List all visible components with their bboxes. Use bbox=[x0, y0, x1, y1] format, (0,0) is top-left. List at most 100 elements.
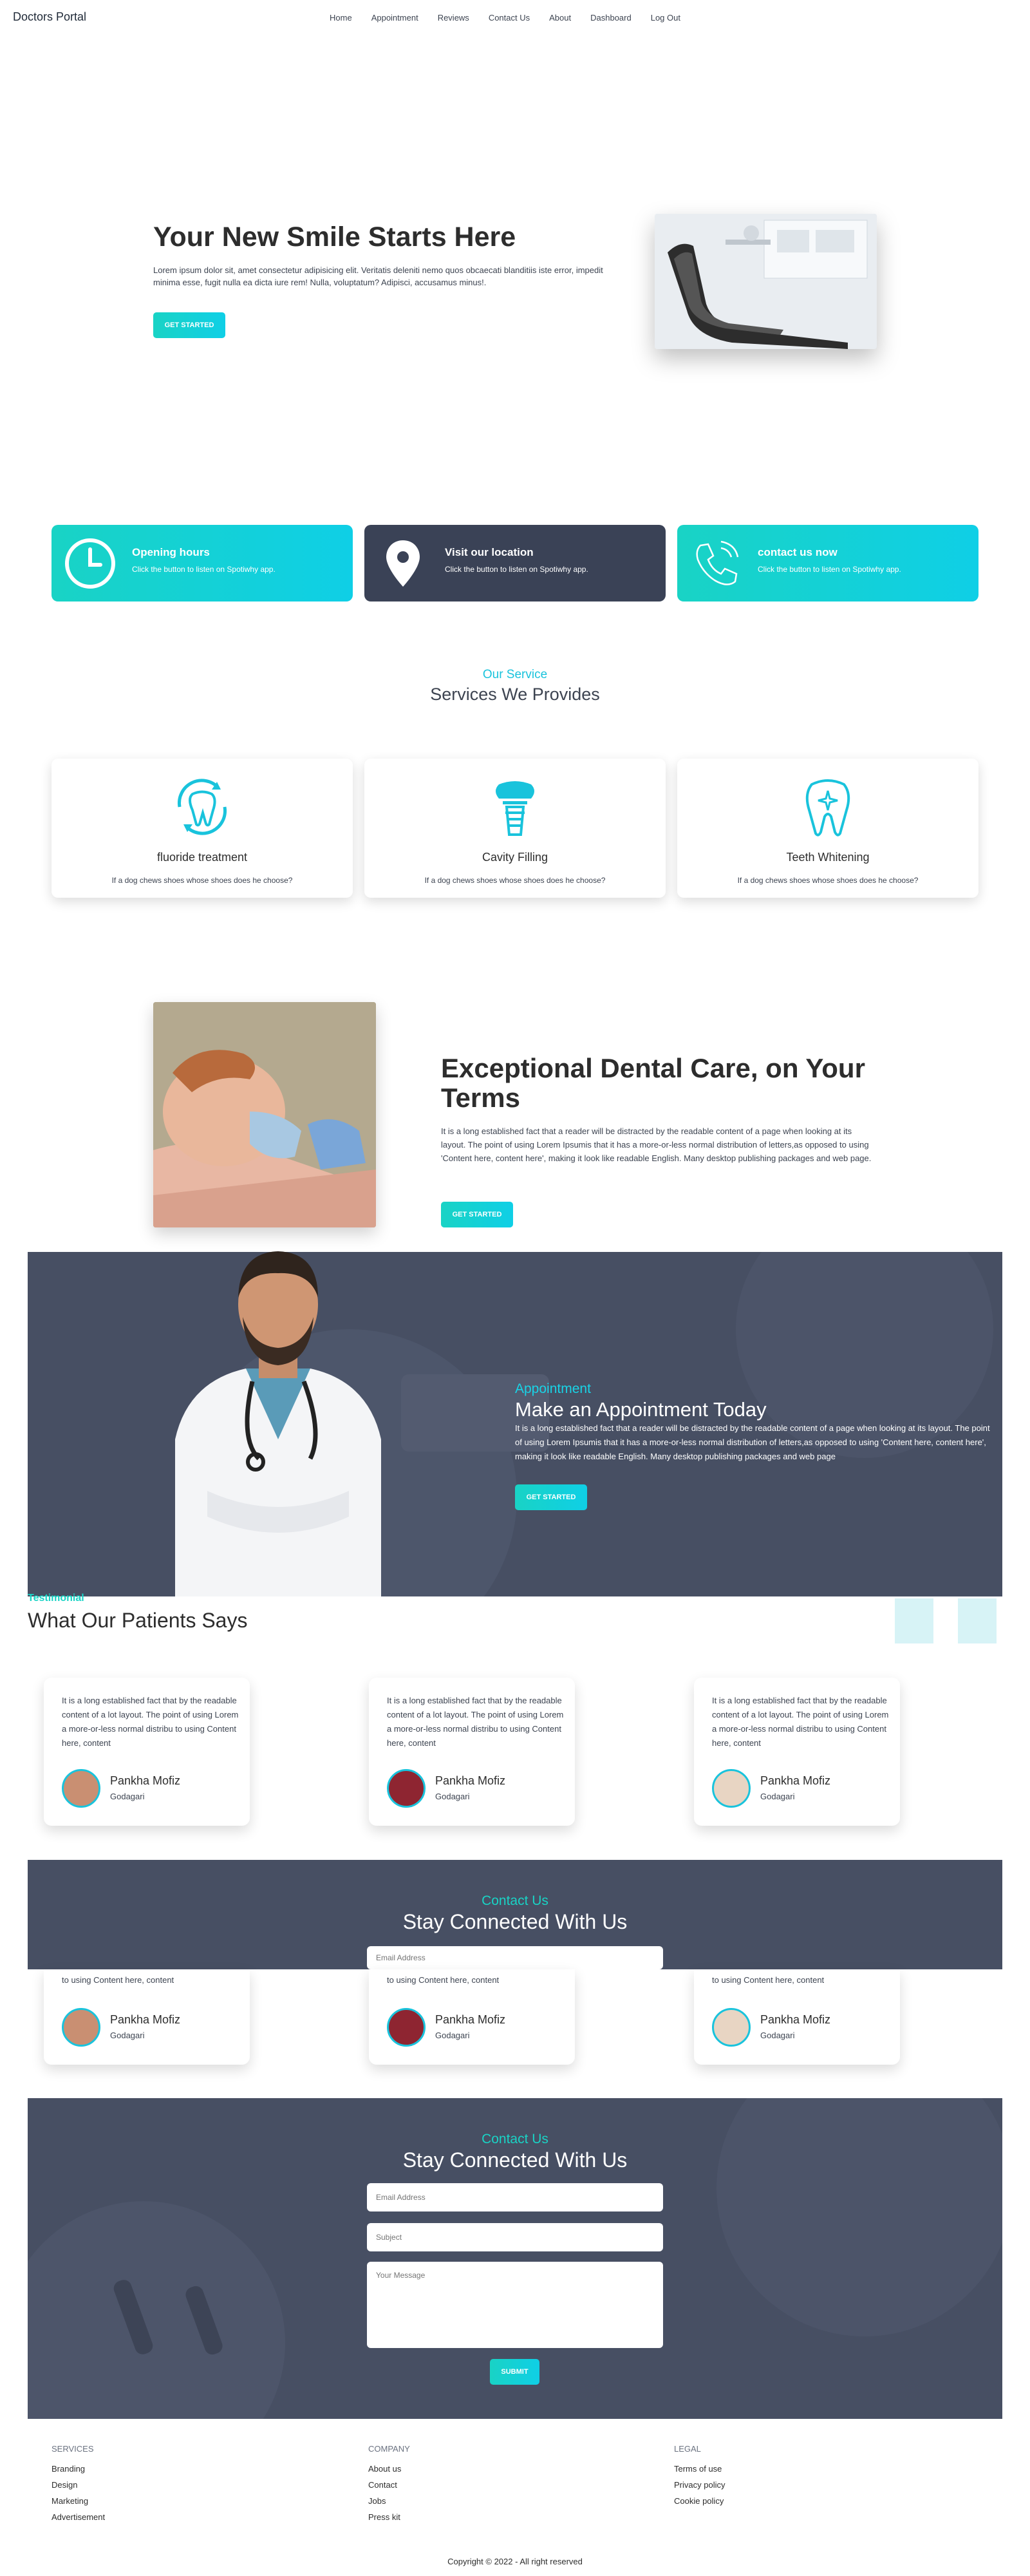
testimonial-text: to using Content here, content bbox=[712, 1975, 825, 1985]
appointment-subtitle: Appointment bbox=[515, 1381, 591, 1396]
patient-location: Godagari bbox=[760, 2031, 795, 2040]
service-desc: If a dog chews shoes whose shoes does he… bbox=[111, 876, 293, 885]
service-name: fluoride treatment bbox=[156, 851, 248, 864]
footer-link-privacy[interactable]: Privacy policy bbox=[674, 2480, 725, 2490]
nav-item-appointment[interactable]: Appointment bbox=[371, 13, 418, 23]
nav-item-home[interactable]: Home bbox=[330, 13, 352, 23]
service-desc: If a dog chews shoes whose shoes does he… bbox=[424, 876, 606, 885]
footer-link-marketing[interactable]: Marketing bbox=[52, 2496, 88, 2506]
service-card-whitening[interactable]: Teeth Whitening If a dog chews shoes who… bbox=[677, 759, 979, 898]
testimonial-text: It is a long established fact that by th… bbox=[387, 1696, 564, 1748]
services-title: Services We Provides bbox=[430, 685, 600, 704]
info-card-text: Click the button to listen on Spotiwhy a… bbox=[445, 565, 588, 574]
nav-item-dashboard[interactable]: Dashboard bbox=[590, 13, 632, 23]
patient-name: Pankha Mofiz bbox=[110, 2013, 181, 2026]
email-input[interactable] bbox=[367, 2183, 663, 2211]
avatar bbox=[387, 2008, 426, 2047]
avatar bbox=[712, 2008, 751, 2047]
testimonial-text: to using Content here, content bbox=[387, 1975, 500, 1985]
service-name: Teeth Whitening bbox=[786, 851, 870, 864]
patient-location: Godagari bbox=[435, 2031, 470, 2040]
patient-location: Godagari bbox=[760, 1792, 795, 1801]
nav-item-reviews[interactable]: Reviews bbox=[438, 13, 469, 23]
info-card-text: Click the button to listen on Spotiwhy a… bbox=[132, 565, 276, 574]
patient-name: Pankha Mofiz bbox=[110, 1774, 181, 1787]
patient-name: Pankha Mofiz bbox=[760, 2013, 831, 2026]
brand-logo[interactable]: Doctors Portal bbox=[13, 10, 86, 24]
message-textarea[interactable] bbox=[367, 2262, 663, 2348]
dental-patient-image bbox=[153, 1002, 376, 1227]
footer-link-press-kit[interactable]: Press kit bbox=[368, 2512, 400, 2522]
footer-link-about-us[interactable]: About us bbox=[368, 2464, 401, 2474]
footer-heading-services: SERVICES bbox=[52, 2444, 94, 2454]
footer-link-jobs[interactable]: Jobs bbox=[368, 2496, 386, 2506]
subject-input[interactable] bbox=[367, 2223, 663, 2251]
info-card-opening-hours[interactable]: Opening hours Click the button to listen… bbox=[52, 525, 353, 601]
quote-icon bbox=[958, 1598, 997, 1643]
footer-link-design[interactable]: Design bbox=[52, 2480, 77, 2490]
contact-title: Stay Connected With Us bbox=[402, 2148, 628, 2172]
location-pin-icon bbox=[386, 540, 420, 587]
testimonial-title: What Our Patients Says bbox=[28, 1609, 248, 1632]
info-card-title: contact us now bbox=[758, 546, 838, 558]
patient-location: Godagari bbox=[110, 1792, 145, 1801]
nav-item-contact-us[interactable]: Contact Us bbox=[489, 13, 530, 23]
patient-location: Godagari bbox=[435, 1792, 470, 1801]
contact-subtitle: Contact Us bbox=[482, 1893, 548, 1908]
hero-title: Your New Smile Starts Here bbox=[153, 222, 516, 252]
services-subtitle: Our Service bbox=[482, 668, 548, 681]
testimonial-text: to using Content here, content bbox=[62, 1975, 174, 1985]
testimonial-subtitle: Testimonial bbox=[28, 1593, 84, 1604]
patient-name: Pankha Mofiz bbox=[435, 2013, 506, 2026]
patient-name: Pankha Mofiz bbox=[760, 1774, 831, 1787]
care-title: Exceptional Dental Care, on Your Terms bbox=[441, 1053, 865, 1113]
care-get-started-button[interactable]: GET STARTED bbox=[441, 1202, 513, 1227]
service-card-fluoride[interactable]: fluoride treatment If a dog chews shoes … bbox=[52, 759, 353, 898]
doctor-image bbox=[149, 1227, 407, 1596]
info-card-visit-location[interactable]: Visit our location Click the button to l… bbox=[364, 525, 666, 601]
testimonial-card: It is a long established fact that by th… bbox=[369, 1678, 575, 1826]
tooth-sparkle-icon bbox=[805, 779, 850, 837]
clock-icon bbox=[65, 538, 115, 589]
footer-link-advertisement[interactable]: Advertisement bbox=[52, 2512, 105, 2522]
info-card-title: Visit our location bbox=[445, 546, 534, 558]
footer-link-cookie[interactable]: Cookie policy bbox=[674, 2496, 724, 2506]
service-card-cavity[interactable]: Cavity Filling If a dog chews shoes whos… bbox=[364, 759, 666, 898]
nav-item-about[interactable]: About bbox=[549, 13, 571, 23]
footer-heading-company: COMPANY bbox=[368, 2444, 410, 2454]
footer-link-contact[interactable]: Contact bbox=[368, 2480, 397, 2490]
info-card-contact-us[interactable]: contact us now Click the button to liste… bbox=[677, 525, 979, 601]
copyright: Copyright © 2022 - All right reserved bbox=[447, 2557, 583, 2566]
contact-title: Stay Connected With Us bbox=[402, 1910, 628, 1933]
nav-item-log-out[interactable]: Log Out bbox=[651, 13, 680, 23]
testimonial-card: It is a long established fact that by th… bbox=[44, 1678, 250, 1826]
info-card-title: Opening hours bbox=[132, 546, 210, 558]
info-card-text: Click the button to listen on Spotiwhy a… bbox=[758, 565, 901, 574]
appointment-title: Make an Appointment Today bbox=[515, 1398, 767, 1421]
hero-get-started-button[interactable]: GET STARTED bbox=[153, 312, 225, 338]
submit-button[interactable]: SUBMIT bbox=[490, 2359, 539, 2385]
patient-name: Pankha Mofiz bbox=[435, 1774, 506, 1787]
phone-icon bbox=[696, 540, 739, 585]
appointment-text: It is a long established fact that a rea… bbox=[515, 1423, 990, 1461]
footer-heading-legal: LEGAL bbox=[674, 2444, 701, 2454]
service-desc: If a dog chews shoes whose shoes does he… bbox=[737, 876, 919, 885]
tooth-implant-icon bbox=[496, 781, 534, 836]
appointment-get-started-button[interactable]: GET STARTED bbox=[515, 1484, 587, 1510]
quote-icon bbox=[895, 1598, 933, 1643]
avatar bbox=[62, 1769, 100, 1808]
hero-text: Lorem ipsum dolor sit, amet consectetur … bbox=[153, 265, 603, 287]
email-input-overlap[interactable] bbox=[367, 1946, 663, 1969]
main-nav: Home Appointment Reviews Contact Us Abou… bbox=[330, 13, 680, 23]
service-name: Cavity Filling bbox=[482, 851, 548, 864]
testimonial-text: It is a long established fact that by th… bbox=[712, 1696, 889, 1748]
testimonial-text: It is a long established fact that by th… bbox=[62, 1696, 239, 1748]
testimonial-card: to using Content here, content Pankha Mo… bbox=[44, 1969, 250, 2065]
avatar bbox=[712, 1769, 751, 1808]
hero-dental-chair-image bbox=[655, 214, 877, 349]
tooth-arrows-icon bbox=[177, 779, 227, 835]
footer-link-branding[interactable]: Branding bbox=[52, 2464, 85, 2474]
testimonial-card: to using Content here, content Pankha Mo… bbox=[369, 1969, 575, 2065]
contact-subtitle: Contact Us bbox=[482, 2132, 548, 2146]
footer-link-terms[interactable]: Terms of use bbox=[674, 2464, 722, 2474]
